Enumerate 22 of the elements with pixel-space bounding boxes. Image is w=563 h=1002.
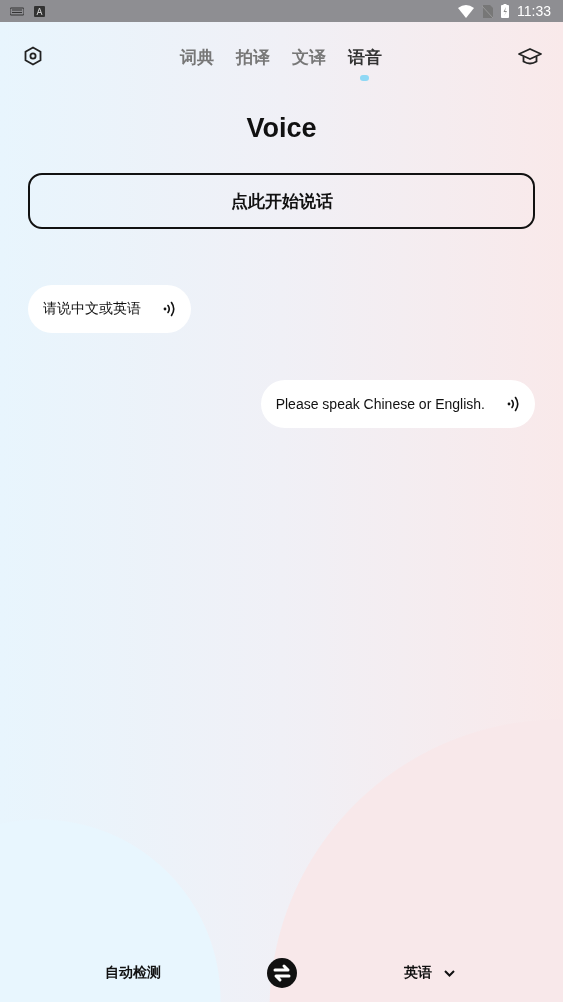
tab[interactable]: 文译: [291, 46, 326, 81]
message-text: Please speak Chinese or English.: [275, 396, 485, 412]
speaker-icon[interactable]: [507, 396, 519, 412]
tab[interactable]: 拍译: [235, 46, 270, 81]
tab[interactable]: 语音: [347, 46, 382, 81]
graduation-cap-icon[interactable]: [518, 46, 542, 65]
start-speaking-button[interactable]: 点此开始说话: [28, 173, 535, 229]
tab[interactable]: 词典: [179, 46, 214, 81]
source-language[interactable]: 自动检测: [105, 964, 162, 982]
swap-icon[interactable]: [266, 958, 297, 988]
speaker-icon[interactable]: [163, 301, 175, 317]
message-text: 请说中文或英语: [43, 300, 141, 318]
page-title: Voice: [245, 113, 318, 144]
keyboard-icon: [10, 6, 24, 16]
clock-text: 11:33: [517, 3, 551, 19]
no-sim-icon: [482, 4, 493, 18]
target-language-dropdown[interactable]: 英语: [404, 964, 456, 982]
wifi-icon: [458, 4, 474, 18]
chevron-down-icon: [444, 969, 456, 977]
settings-icon[interactable]: [23, 46, 43, 66]
font-icon: [34, 5, 45, 17]
battery-icon: [501, 4, 509, 18]
